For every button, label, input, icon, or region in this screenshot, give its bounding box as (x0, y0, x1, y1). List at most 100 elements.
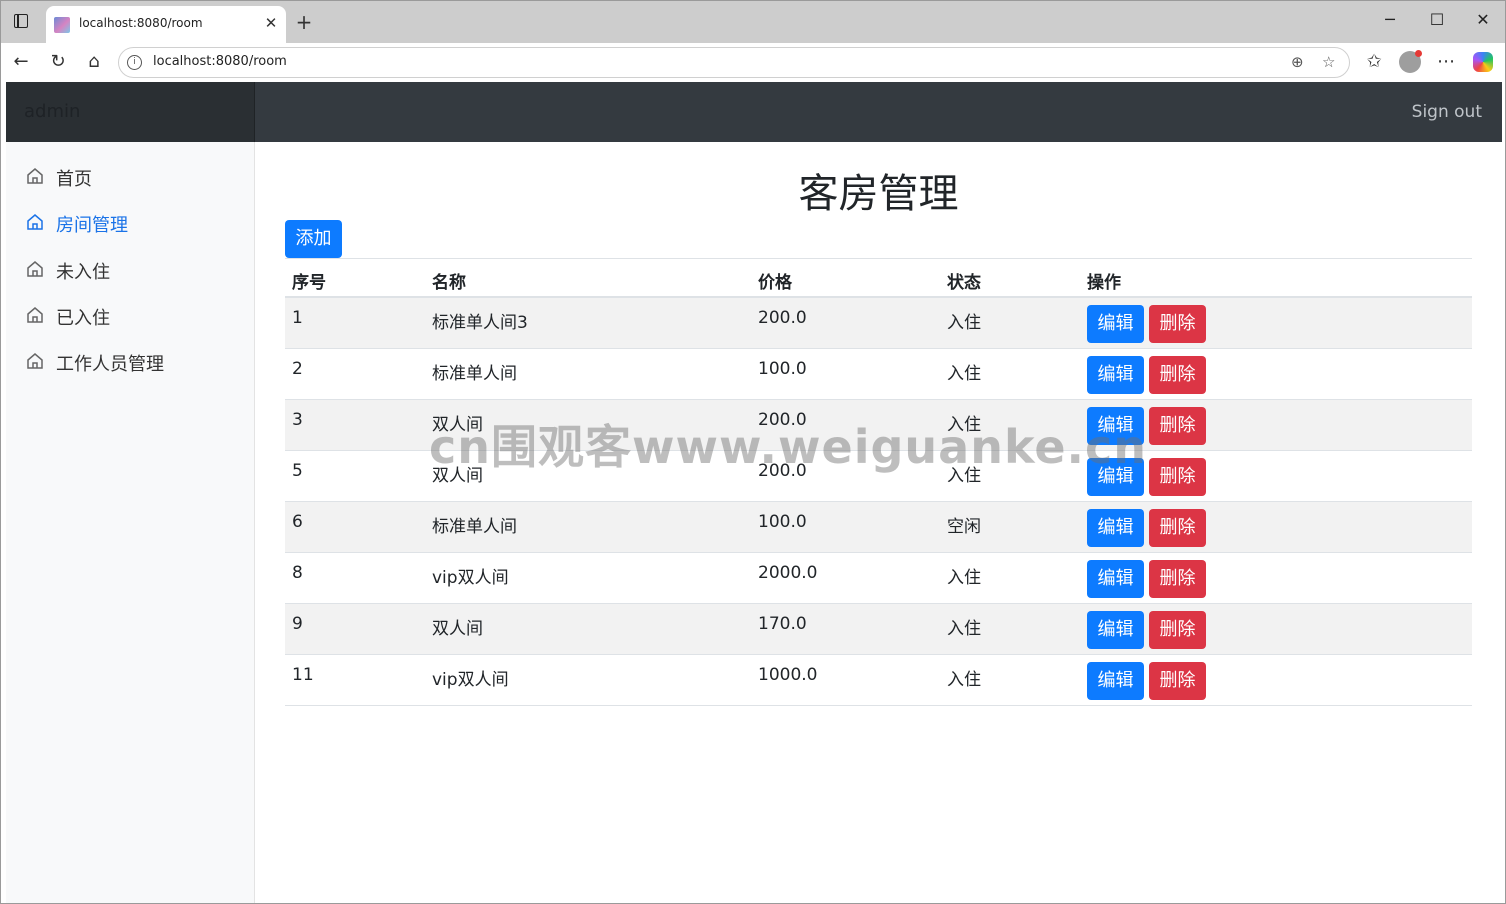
delete-button[interactable]: 删除 (1149, 560, 1206, 598)
close-window-button[interactable]: ✕ (1466, 10, 1500, 29)
sidebar-item-occupied[interactable]: 已入住 (6, 295, 255, 335)
cell-status: 入住 (947, 619, 981, 639)
cell-price: 1000.0 (758, 665, 818, 685)
table-header: 序号 名称 价格 状态 操作 (285, 258, 1472, 298)
column-header-actions: 操作 (1087, 273, 1121, 293)
sidebar-item-label: 房间管理 (56, 215, 128, 236)
cell-id: 2 (292, 359, 303, 379)
cell-status: 入住 (947, 313, 981, 333)
cell-id: 11 (292, 665, 314, 685)
delete-button[interactable]: 删除 (1149, 611, 1206, 649)
sidebar-item-room-management[interactable]: 房间管理 (6, 202, 255, 242)
table-row: 11 vip双人间 1000.0 入住 编辑 删除 (285, 655, 1472, 706)
favorite-star-icon[interactable]: ☆ (1322, 53, 1335, 71)
delete-button[interactable]: 删除 (1149, 356, 1206, 394)
more-menu-icon[interactable]: ⋯ (1434, 51, 1458, 75)
column-header-status: 状态 (947, 273, 981, 293)
cell-name: 标准单人间 (432, 364, 517, 384)
cell-name: 标准单人间3 (432, 313, 528, 333)
cell-id: 5 (292, 461, 303, 481)
cell-name: vip双人间 (432, 568, 509, 588)
favorites-icon[interactable]: ✩ (1362, 51, 1386, 75)
back-icon[interactable]: ← (9, 51, 33, 75)
cell-status: 入住 (947, 364, 981, 384)
brand-name[interactable]: admin (24, 101, 80, 122)
watermark-text: cn围观客www.weiguanke.cn (429, 420, 1148, 474)
edit-button[interactable]: 编辑 (1087, 560, 1144, 598)
favicon-icon (54, 17, 70, 33)
cell-price: 100.0 (758, 512, 807, 532)
cell-price: 200.0 (758, 308, 807, 328)
profile-notification-dot (1415, 50, 1422, 57)
sidebar-item-staff-management[interactable]: 工作人员管理 (6, 341, 255, 381)
cell-name: 标准单人间 (432, 517, 517, 537)
tab-actions-icon[interactable] (14, 14, 28, 28)
cell-id: 8 (292, 563, 303, 583)
brand-area: admin (6, 82, 255, 142)
delete-button[interactable]: 删除 (1149, 305, 1206, 343)
home-icon (27, 214, 43, 230)
cell-id: 6 (292, 512, 303, 532)
cell-status: 入住 (947, 670, 981, 690)
site-info-icon[interactable]: i (127, 55, 142, 70)
sidebar-item-label: 未入住 (56, 262, 110, 283)
table-body: 1 标准单人间3 200.0 入住 编辑 删除 2 标准单人间 100.0 入住 编辑 删除 3 双人间 2… (285, 298, 1472, 706)
browser-tab[interactable]: localhost:8080/room ✕ (46, 6, 286, 43)
cell-name: vip双人间 (432, 670, 509, 690)
sidebar-item-vacant[interactable]: 未入住 (6, 249, 255, 289)
edit-button[interactable]: 编辑 (1087, 305, 1144, 343)
table-row: 1 标准单人间3 200.0 入住 编辑 删除 (285, 298, 1472, 349)
column-header-price: 价格 (758, 273, 792, 293)
app-navbar: admin Sign out (6, 82, 1502, 142)
cell-status: 入住 (947, 568, 981, 588)
home-icon (27, 353, 43, 369)
reload-icon[interactable]: ↻ (46, 51, 70, 75)
cell-name: 双人间 (432, 619, 483, 639)
edit-button[interactable]: 编辑 (1087, 356, 1144, 394)
cell-price: 100.0 (758, 359, 807, 379)
home-icon (27, 168, 43, 184)
cell-id: 1 (292, 308, 303, 328)
tab-title: localhost:8080/room (79, 16, 203, 30)
cell-id: 9 (292, 614, 303, 634)
sidebar: 首页 房间管理 未入住 已入住 工作人员管理 (6, 142, 255, 903)
cell-price: 170.0 (758, 614, 807, 634)
column-header-id: 序号 (292, 273, 326, 293)
sidebar-item-label: 首页 (56, 169, 92, 190)
edit-button[interactable]: 编辑 (1087, 662, 1144, 700)
page-title: 客房管理 (798, 171, 959, 217)
add-button[interactable]: 添加 (285, 220, 342, 258)
table-row: 8 vip双人间 2000.0 入住 编辑 删除 (285, 553, 1472, 604)
cell-id: 3 (292, 410, 303, 430)
sidebar-item-label: 已入住 (56, 308, 110, 329)
maximize-button[interactable]: ☐ (1420, 10, 1454, 29)
minimize-button[interactable]: ─ (1373, 10, 1407, 29)
zoom-icon[interactable]: ⊕ (1291, 53, 1304, 71)
copilot-icon[interactable] (1473, 52, 1493, 72)
table-row: 6 标准单人间 100.0 空闲 编辑 删除 (285, 502, 1472, 553)
table-row: 2 标准单人间 100.0 入住 编辑 删除 (285, 349, 1472, 400)
column-header-name: 名称 (432, 273, 466, 293)
new-tab-button[interactable]: + (293, 10, 315, 34)
cell-status: 空闲 (947, 517, 981, 537)
browser-toolbar: ← ↻ ⌂ i localhost:8080/room ⊕ ☆ ✩ ⋯ (1, 43, 1505, 82)
sidebar-item-home[interactable]: 首页 (6, 156, 255, 196)
browser-window: localhost:8080/room ✕ + ─ ☐ ✕ ← ↻ ⌂ i lo… (0, 0, 1506, 904)
delete-button[interactable]: 删除 (1149, 458, 1206, 496)
home-button-icon[interactable]: ⌂ (82, 51, 106, 75)
home-icon (27, 307, 43, 323)
delete-button[interactable]: 删除 (1149, 407, 1206, 445)
tab-strip: localhost:8080/room ✕ + ─ ☐ ✕ (1, 1, 1505, 43)
table-row: 9 双人间 170.0 入住 编辑 删除 (285, 604, 1472, 655)
delete-button[interactable]: 删除 (1149, 662, 1206, 700)
sign-out-link[interactable]: Sign out (1412, 102, 1482, 122)
edit-button[interactable]: 编辑 (1087, 611, 1144, 649)
delete-button[interactable]: 删除 (1149, 509, 1206, 547)
tab-close-icon[interactable]: ✕ (262, 14, 280, 32)
address-bar[interactable]: i localhost:8080/room ⊕ ☆ (118, 47, 1350, 78)
room-table: 序号 名称 价格 状态 操作 1 标准单人间3 200.0 入住 编辑 删除 2 标准单人间 1… (285, 258, 1472, 706)
home-icon (27, 261, 43, 277)
url-text[interactable]: localhost:8080/room (153, 54, 287, 69)
edit-button[interactable]: 编辑 (1087, 509, 1144, 547)
cell-price: 2000.0 (758, 563, 818, 583)
